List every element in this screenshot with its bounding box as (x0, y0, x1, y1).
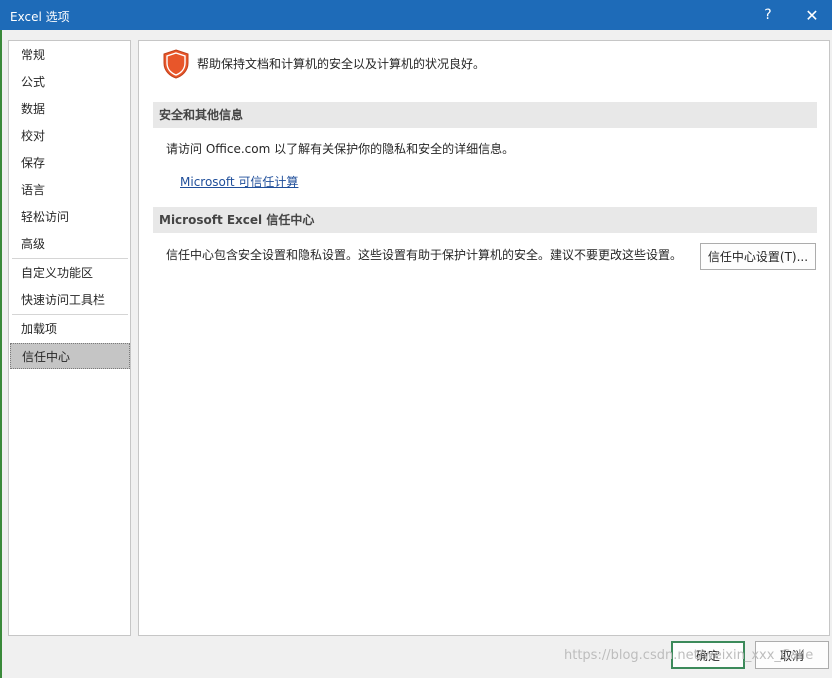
help-button[interactable]: ? (748, 0, 788, 30)
nav-item-accessibility[interactable]: 轻松访问 (10, 204, 130, 230)
nav-item-formulas[interactable]: 公式 (10, 69, 130, 95)
security-info-text: 请访问 Office.com 以了解有关保护你的隐私和安全的详细信息。 (166, 142, 515, 156)
intro-text: 帮助保持文档和计算机的安全以及计算机的状况良好。 (197, 57, 486, 71)
nav-item-quick-access-toolbar[interactable]: 快速访问工具栏 (10, 287, 130, 313)
trustworthy-computing-link[interactable]: Microsoft 可信任计算 (180, 173, 298, 190)
nav-item-customize-ribbon[interactable]: 自定义功能区 (10, 260, 130, 286)
options-nav: 常规 公式 数据 校对 保存 语言 轻松访问 高级 自定义功能区 快速访问工具栏… (8, 40, 131, 636)
nav-separator (12, 258, 128, 259)
shield-icon (163, 49, 189, 79)
help-icon: ? (764, 7, 772, 23)
cancel-button[interactable]: 取消 (755, 641, 829, 669)
title-bar: Excel 选项 ? ✕ (0, 0, 832, 30)
nav-item-data[interactable]: 数据 (10, 96, 130, 122)
section-header-security-info: 安全和其他信息 (153, 102, 817, 128)
nav-item-save[interactable]: 保存 (10, 150, 130, 176)
window-title: Excel 选项 (10, 10, 70, 24)
nav-item-trust-center[interactable]: 信任中心 (10, 343, 130, 369)
nav-item-general[interactable]: 常规 (10, 42, 130, 68)
nav-item-language[interactable]: 语言 (10, 177, 130, 203)
background-window-edge (0, 30, 2, 678)
nav-item-advanced[interactable]: 高级 (10, 231, 130, 257)
trust-center-description: 信任中心包含安全设置和隐私设置。这些设置有助于保护计算机的安全。建议不要更改这些… (166, 248, 683, 262)
close-icon: ✕ (805, 5, 819, 25)
nav-separator (12, 314, 128, 315)
nav-item-add-ins[interactable]: 加载项 (10, 316, 130, 342)
trust-center-settings-button[interactable]: 信任中心设置(T)... (700, 243, 816, 270)
nav-item-proofing[interactable]: 校对 (10, 123, 130, 149)
section-header-trust-center: Microsoft Excel 信任中心 (153, 207, 817, 233)
trust-center-panel: 帮助保持文档和计算机的安全以及计算机的状况良好。 安全和其他信息 请访问 Off… (138, 40, 830, 636)
close-button[interactable]: ✕ (792, 0, 832, 30)
ok-button[interactable]: 确定 (671, 641, 745, 669)
